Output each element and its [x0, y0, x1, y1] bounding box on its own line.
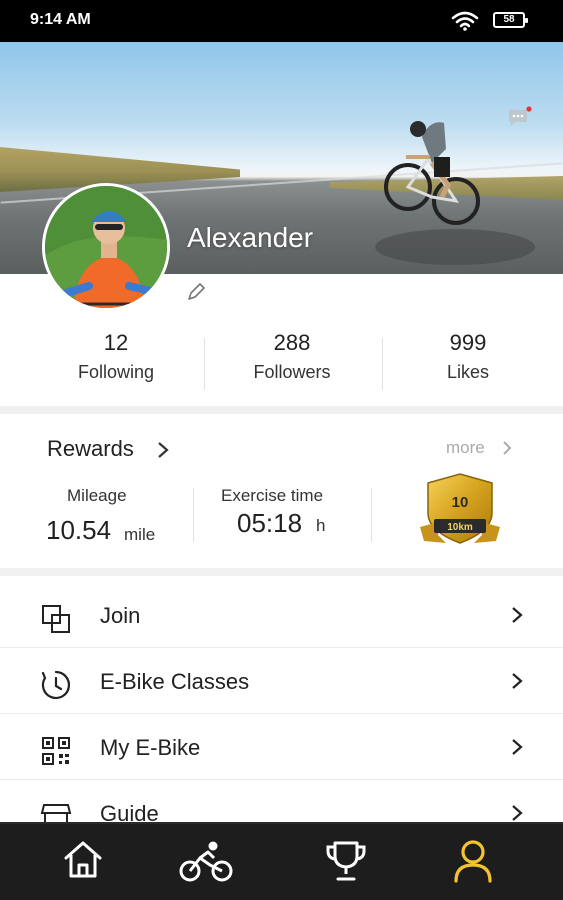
section-divider: [0, 406, 563, 414]
profile-stats: 12 Following 288 Followers 999 Likes: [0, 330, 563, 398]
stat-label: Following: [77, 362, 155, 382]
stat-following[interactable]: 12 Following: [26, 330, 206, 383]
exercise-time-label: Exercise time: [221, 486, 324, 505]
chevron-right-icon: [511, 606, 523, 629]
badge-value: 10: [452, 494, 469, 511]
stat-value: 288: [273, 330, 311, 355]
exercise-time-value: 05:18: [237, 508, 303, 538]
exercise-time-unit: h: [316, 516, 326, 535]
mileage-value: 10.54: [46, 515, 112, 545]
menu-label: Join: [100, 603, 141, 628]
bike-icon[interactable]: [178, 838, 234, 889]
stat-label: Followers: [253, 362, 331, 382]
profile-icon[interactable]: [452, 838, 494, 889]
metric-divider: [193, 488, 194, 542]
tab-bar-top-edge: [0, 822, 563, 824]
user-name: Alexander: [187, 222, 314, 253]
menu-item-ebike-classes[interactable]: E-Bike Classes: [0, 648, 563, 714]
wifi-icon: [451, 11, 479, 36]
status-bar: 9:14 AM 58: [0, 0, 563, 42]
chevron-right-icon: [502, 440, 512, 461]
mileage-unit: mile: [124, 525, 156, 544]
menu-label: My E-Bike: [100, 735, 201, 760]
stat-likes[interactable]: 999 Likes: [378, 330, 558, 383]
menu-item-join[interactable]: Join: [0, 582, 563, 648]
menu-label: E-Bike Classes: [100, 669, 250, 694]
stat-value: 12: [103, 330, 129, 355]
trophy-icon[interactable]: [324, 838, 368, 889]
more-label: more: [446, 438, 485, 457]
battery-level: 58: [503, 14, 515, 25]
edit-pencil-icon[interactable]: [186, 282, 206, 307]
chevron-right-icon: [157, 441, 169, 464]
stat-value: 999: [449, 330, 487, 355]
mileage-label: Mileage: [67, 486, 127, 505]
badge-unit: 10km: [447, 522, 473, 533]
reward-badge[interactable]: 10 10km: [416, 471, 504, 556]
menu-item-my-ebike[interactable]: My E-Bike: [0, 714, 563, 780]
qr-code-icon: [40, 735, 72, 772]
stat-followers[interactable]: 288 Followers: [202, 330, 382, 383]
bottom-tab-bar: [0, 822, 563, 900]
join-icon: [40, 603, 72, 640]
battery-icon: 58: [493, 12, 528, 28]
stat-label: Likes: [446, 362, 490, 382]
status-time: 9:14 AM: [30, 11, 91, 28]
home-icon[interactable]: [61, 838, 105, 887]
section-divider: [0, 568, 563, 576]
avatar[interactable]: [42, 183, 170, 311]
message-icon[interactable]: [507, 106, 533, 133]
rewards-title: Rewards: [47, 436, 134, 461]
metric-divider: [371, 488, 372, 542]
chevron-right-icon: [511, 672, 523, 695]
timer-icon: [40, 669, 72, 706]
chevron-right-icon: [511, 738, 523, 761]
